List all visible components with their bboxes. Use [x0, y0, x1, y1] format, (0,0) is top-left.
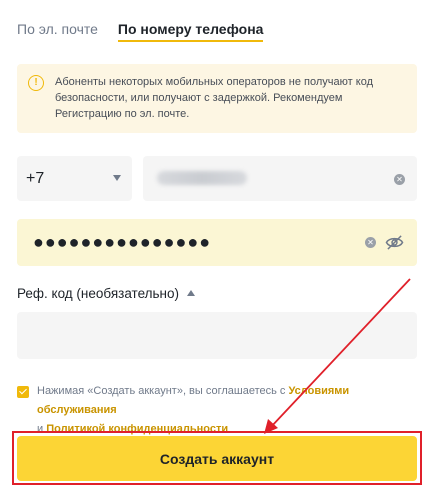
signup-method-tabs: По эл. почте По номеру телефона: [17, 20, 264, 42]
clear-phone-icon[interactable]: ✕: [394, 174, 405, 185]
password-input[interactable]: ●●●●●●●●●●●●●●● ✕: [17, 219, 417, 266]
terms-prefix: Нажимая «Создать аккаунт», вы соглашаете…: [37, 385, 286, 397]
tab-phone[interactable]: По номеру телефона: [117, 20, 264, 42]
chevron-up-icon: [187, 290, 195, 296]
clear-password-icon[interactable]: ✕: [365, 237, 376, 248]
phone-number-obscured-value: [157, 171, 247, 185]
tab-email[interactable]: По эл. почте: [17, 20, 98, 42]
notice-text: Абоненты некоторых мобильных операторов …: [55, 76, 373, 120]
warning-circle-icon: !: [28, 75, 44, 91]
terms-checkbox[interactable]: [17, 386, 29, 398]
country-code-value: +7: [26, 169, 45, 187]
sms-warning-notice: ! Абоненты некоторых мобильных операторо…: [17, 64, 417, 133]
referral-code-input[interactable]: [17, 312, 417, 359]
password-value: ●●●●●●●●●●●●●●●: [33, 232, 212, 252]
phone-number-input[interactable]: ✕: [143, 156, 417, 201]
referral-label: Реф. код (необязательно): [17, 286, 179, 301]
create-account-button[interactable]: Создать аккаунт: [17, 436, 417, 481]
chevron-down-icon: [113, 175, 121, 181]
referral-toggle[interactable]: Реф. код (необязательно): [17, 286, 195, 301]
hide-password-icon[interactable]: [385, 234, 404, 251]
country-code-select[interactable]: +7: [17, 156, 132, 201]
